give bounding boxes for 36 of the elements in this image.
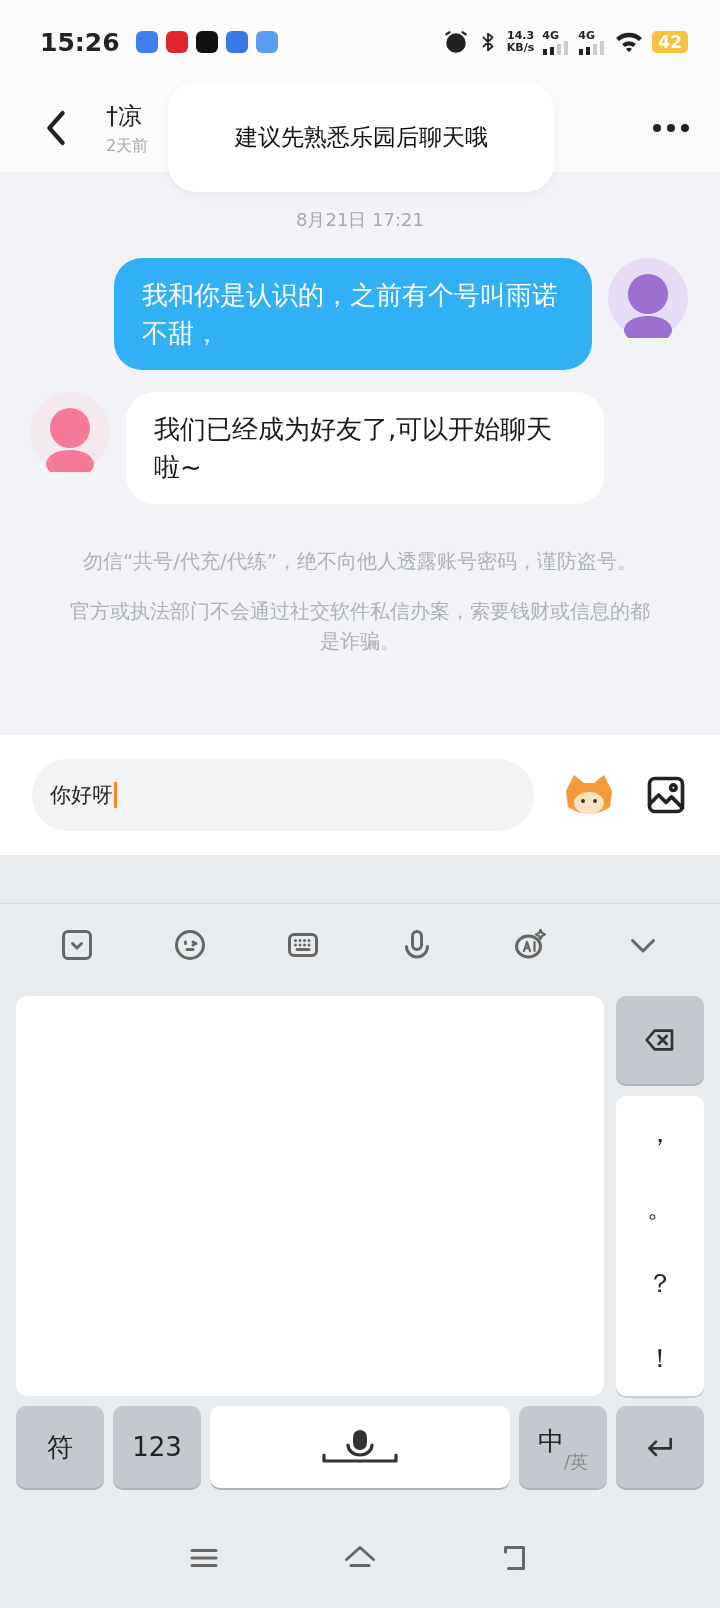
numbers-key[interactable]: 123 (113, 1406, 201, 1488)
app-notification-icon (135, 31, 158, 53)
signal-icon (542, 40, 571, 55)
speed-unit: KB/s (506, 42, 535, 54)
message-time: 8月21日 17:21 (296, 208, 424, 232)
app-notification-icon (195, 31, 218, 53)
punctuation-key[interactable]: ， (627, 1116, 693, 1151)
message-bubble: 我和你是认识的，之前有个号叫雨诺不甜， (114, 258, 592, 370)
signal-icon (578, 40, 607, 55)
backspace-key[interactable] (616, 996, 704, 1084)
network-type: 4G (542, 29, 560, 41)
battery-level: 42 (652, 31, 688, 53)
message-bubble: 我们已经成为好友了,可以开始聊天啦~ (126, 392, 604, 504)
app-notification-icon (255, 31, 278, 53)
network-speed: 14.3 (507, 30, 535, 42)
punctuation-key[interactable]: ！ (627, 1341, 693, 1376)
chat-title: †凉 (106, 100, 142, 132)
emoji-icon[interactable] (172, 927, 208, 963)
toast: 建议先熟悉乐园后聊天哦 (168, 82, 554, 192)
language-switch-key[interactable]: 中 /英 (519, 1406, 607, 1488)
more-icon[interactable] (652, 123, 690, 133)
wifi-icon (614, 30, 645, 54)
alarm-icon (442, 29, 469, 55)
safety-notice: 勿信“共号/代充/代练”，绝不向他人透露账号密码，谨防盗号。 (81, 548, 639, 575)
app-notification-icon (165, 31, 188, 53)
safety-notice: 官方或执法部门不会通过社交软件私信办案，索要钱财或信息的都是诈骗。 (70, 598, 650, 655)
message-input[interactable]: 你好呀 (32, 759, 534, 831)
last-seen: 2天前 (106, 135, 149, 157)
space-key[interactable] (210, 1406, 510, 1488)
app-notification-icon (225, 31, 248, 53)
network-type: 4G (578, 29, 596, 41)
avatar[interactable] (608, 258, 688, 338)
clock-time: 15:26 (40, 27, 120, 57)
symbols-key[interactable]: 符 (16, 1406, 104, 1488)
punctuation-key[interactable]: 。 (627, 1191, 693, 1226)
punctuation-key[interactable]: ？ (627, 1266, 693, 1301)
